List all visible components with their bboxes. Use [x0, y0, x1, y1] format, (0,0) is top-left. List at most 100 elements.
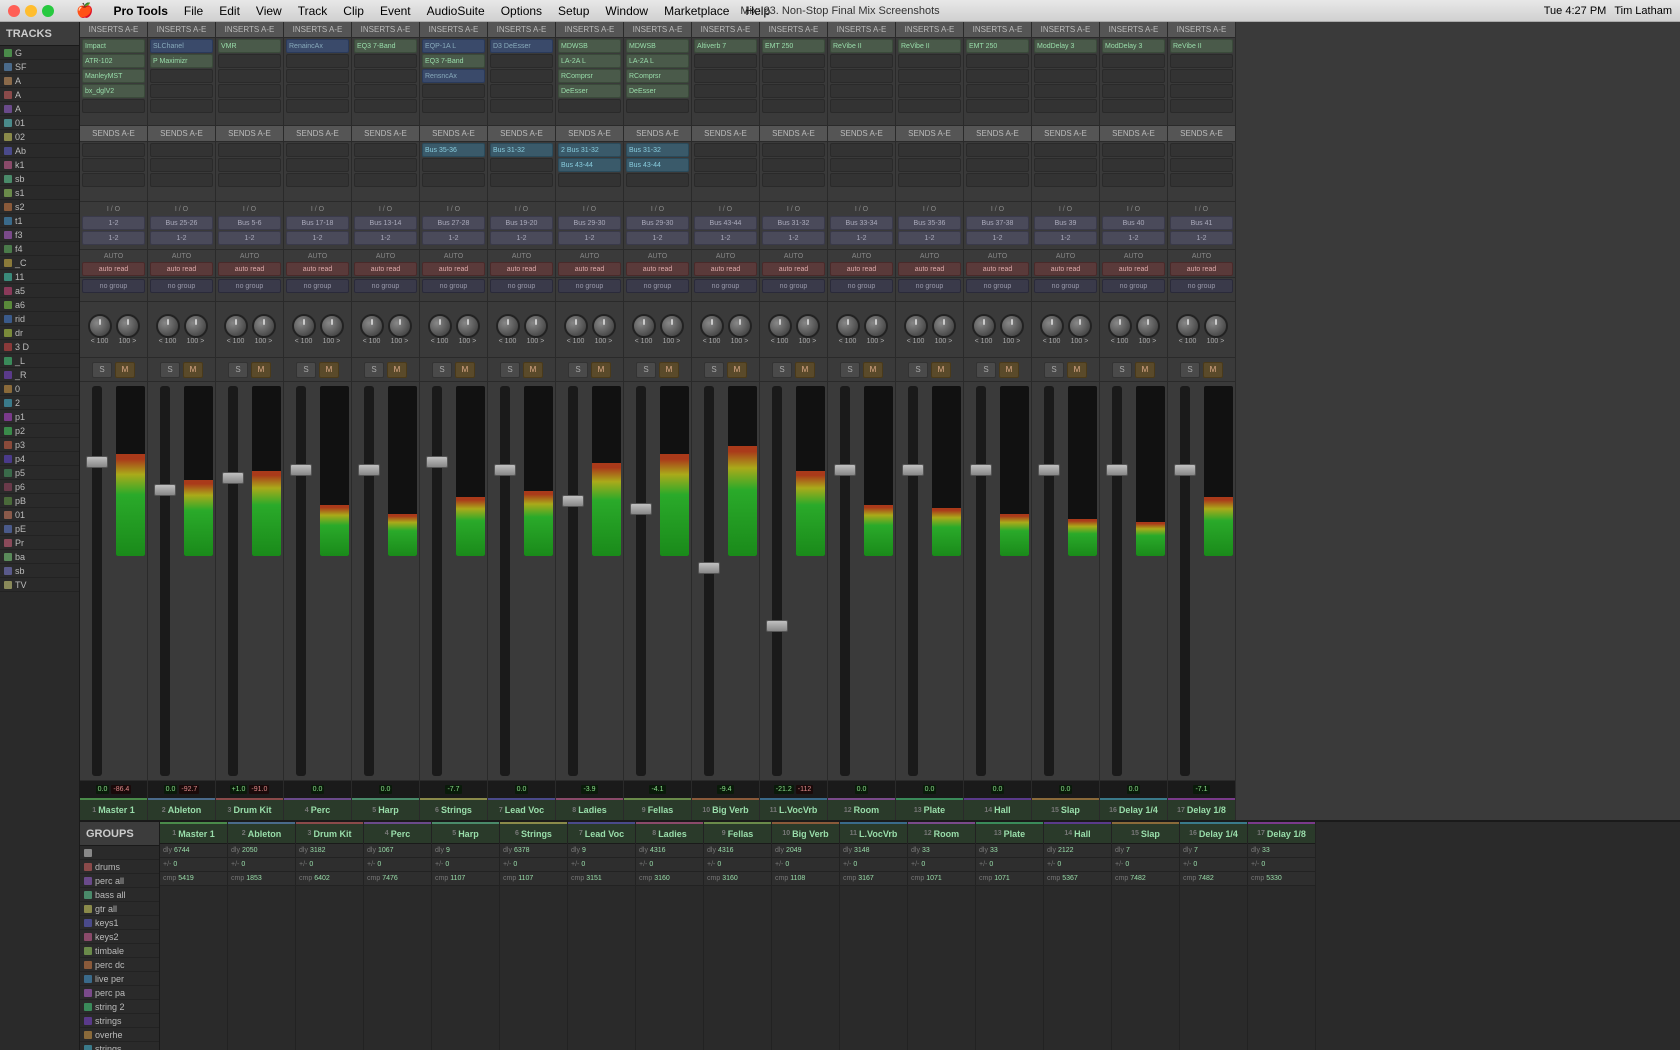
- fader-track[interactable]: [218, 386, 248, 776]
- send-channel-name[interactable]: 4 Perc: [364, 822, 431, 844]
- pan-knob-left[interactable]: [904, 314, 928, 338]
- pan-knob-right[interactable]: [252, 314, 276, 338]
- group-slot[interactable]: no group: [1102, 279, 1165, 293]
- send-channel-name[interactable]: 10 Big Verb: [772, 822, 839, 844]
- track-item[interactable]: t1: [0, 214, 79, 228]
- insert-slot[interactable]: [1034, 54, 1097, 68]
- insert-slot[interactable]: [150, 69, 213, 83]
- menu-window[interactable]: Window: [605, 4, 648, 18]
- send-slot[interactable]: Bus 43-44: [626, 158, 689, 172]
- send-slot[interactable]: 2 Bus 31-32: [558, 143, 621, 157]
- track-item[interactable]: p3: [0, 438, 79, 452]
- insert-slot[interactable]: [898, 69, 961, 83]
- menu-audiosuite[interactable]: AudioSuite: [427, 4, 485, 18]
- fader-handle[interactable]: [698, 562, 720, 574]
- pan-knob-left[interactable]: [972, 314, 996, 338]
- send-channel-name[interactable]: 6 Strings: [500, 822, 567, 844]
- io-input-slot[interactable]: 1-2: [218, 231, 281, 245]
- group-item[interactable]: timbale: [80, 944, 159, 958]
- fader-track[interactable]: [694, 386, 724, 776]
- send-slot[interactable]: [966, 143, 1029, 157]
- channel-name-bar[interactable]: 1Master 1: [80, 798, 147, 820]
- solo-button[interactable]: S: [636, 362, 656, 378]
- fader-track[interactable]: [966, 386, 996, 776]
- inserts-header[interactable]: INSERTS A-E: [216, 22, 283, 38]
- track-item[interactable]: p1: [0, 410, 79, 424]
- send-slot[interactable]: Bus 31-32: [490, 143, 553, 157]
- group-item[interactable]: string 2: [80, 1000, 159, 1014]
- fader-handle[interactable]: [766, 620, 788, 632]
- sends-header[interactable]: SENDS A-E: [1168, 126, 1235, 142]
- channel-name-bar[interactable]: 15Slap: [1032, 798, 1099, 820]
- mute-button[interactable]: M: [455, 362, 475, 378]
- insert-slot[interactable]: MDWSB: [558, 39, 621, 53]
- send-slot[interactable]: [830, 158, 893, 172]
- solo-button[interactable]: S: [1112, 362, 1132, 378]
- send-slot[interactable]: [150, 173, 213, 187]
- io-bus-slot[interactable]: Bus 40: [1102, 216, 1165, 230]
- fader-handle[interactable]: [86, 456, 108, 468]
- mute-button[interactable]: M: [1067, 362, 1087, 378]
- auto-slot[interactable]: auto read: [354, 262, 417, 276]
- auto-slot[interactable]: auto read: [694, 262, 757, 276]
- send-slot[interactable]: [694, 158, 757, 172]
- track-item[interactable]: TV: [0, 578, 79, 592]
- insert-slot[interactable]: Impact: [82, 39, 145, 53]
- insert-slot[interactable]: [218, 99, 281, 113]
- inserts-header[interactable]: INSERTS A-E: [760, 22, 827, 38]
- insert-slot[interactable]: [898, 99, 961, 113]
- send-slot[interactable]: [898, 173, 961, 187]
- insert-slot[interactable]: [966, 69, 1029, 83]
- pan-knob-left[interactable]: [156, 314, 180, 338]
- insert-slot[interactable]: [490, 84, 553, 98]
- pan-knob-left[interactable]: [88, 314, 112, 338]
- track-item[interactable]: 3 D: [0, 340, 79, 354]
- inserts-header[interactable]: INSERTS A-E: [80, 22, 147, 38]
- auto-slot[interactable]: auto read: [966, 262, 1029, 276]
- fader-handle[interactable]: [902, 464, 924, 476]
- io-input-slot[interactable]: 1-2: [898, 231, 961, 245]
- mute-button[interactable]: M: [727, 362, 747, 378]
- group-slot[interactable]: no group: [966, 279, 1029, 293]
- insert-slot[interactable]: [286, 84, 349, 98]
- insert-slot[interactable]: RenaincAx: [286, 39, 349, 53]
- track-item[interactable]: p2: [0, 424, 79, 438]
- sends-header[interactable]: SENDS A-E: [760, 126, 827, 142]
- fader-track[interactable]: [422, 386, 452, 776]
- pan-knob-left[interactable]: [836, 314, 860, 338]
- channel-name-bar[interactable]: 6Strings: [420, 798, 487, 820]
- insert-slot[interactable]: [286, 54, 349, 68]
- send-slot[interactable]: [150, 158, 213, 172]
- io-input-slot[interactable]: 1-2: [1102, 231, 1165, 245]
- send-slot[interactable]: [82, 158, 145, 172]
- auto-slot[interactable]: auto read: [286, 262, 349, 276]
- channel-strips-container[interactable]: INSERTS A-EImpactATR-102ManleyMSTbx_dglV…: [80, 22, 1680, 820]
- send-slot[interactable]: [694, 143, 757, 157]
- insert-slot[interactable]: [830, 69, 893, 83]
- solo-button[interactable]: S: [296, 362, 316, 378]
- io-input-slot[interactable]: 1-2: [1170, 231, 1233, 245]
- pan-knob-right[interactable]: [184, 314, 208, 338]
- insert-slot[interactable]: [1170, 99, 1233, 113]
- inserts-header[interactable]: INSERTS A-E: [1100, 22, 1167, 38]
- sends-header[interactable]: SENDS A-E: [896, 126, 963, 142]
- group-slot[interactable]: no group: [286, 279, 349, 293]
- track-item[interactable]: k1: [0, 158, 79, 172]
- group-slot[interactable]: no group: [218, 279, 281, 293]
- sends-header[interactable]: SENDS A-E: [556, 126, 623, 142]
- group-item[interactable]: strings: [80, 1042, 159, 1050]
- sends-header[interactable]: SENDS A-E: [80, 126, 147, 142]
- mute-button[interactable]: M: [591, 362, 611, 378]
- pan-knob-right[interactable]: [116, 314, 140, 338]
- insert-slot[interactable]: SLChanel: [150, 39, 213, 53]
- mute-button[interactable]: M: [999, 362, 1019, 378]
- send-slot[interactable]: [286, 173, 349, 187]
- send-channel-name[interactable]: 8 Ladies: [636, 822, 703, 844]
- send-slot[interactable]: [762, 173, 825, 187]
- sends-header[interactable]: SENDS A-E: [148, 126, 215, 142]
- send-slot[interactable]: [762, 143, 825, 157]
- tracks-list[interactable]: GSFAAA0102Abk1sbs1s2t1f3f4_C11a5a6riddr3…: [0, 46, 79, 1050]
- io-bus-slot[interactable]: Bus 41: [1170, 216, 1233, 230]
- group-slot[interactable]: no group: [626, 279, 689, 293]
- send-channel-name[interactable]: 17 Delay 1/8: [1248, 822, 1315, 844]
